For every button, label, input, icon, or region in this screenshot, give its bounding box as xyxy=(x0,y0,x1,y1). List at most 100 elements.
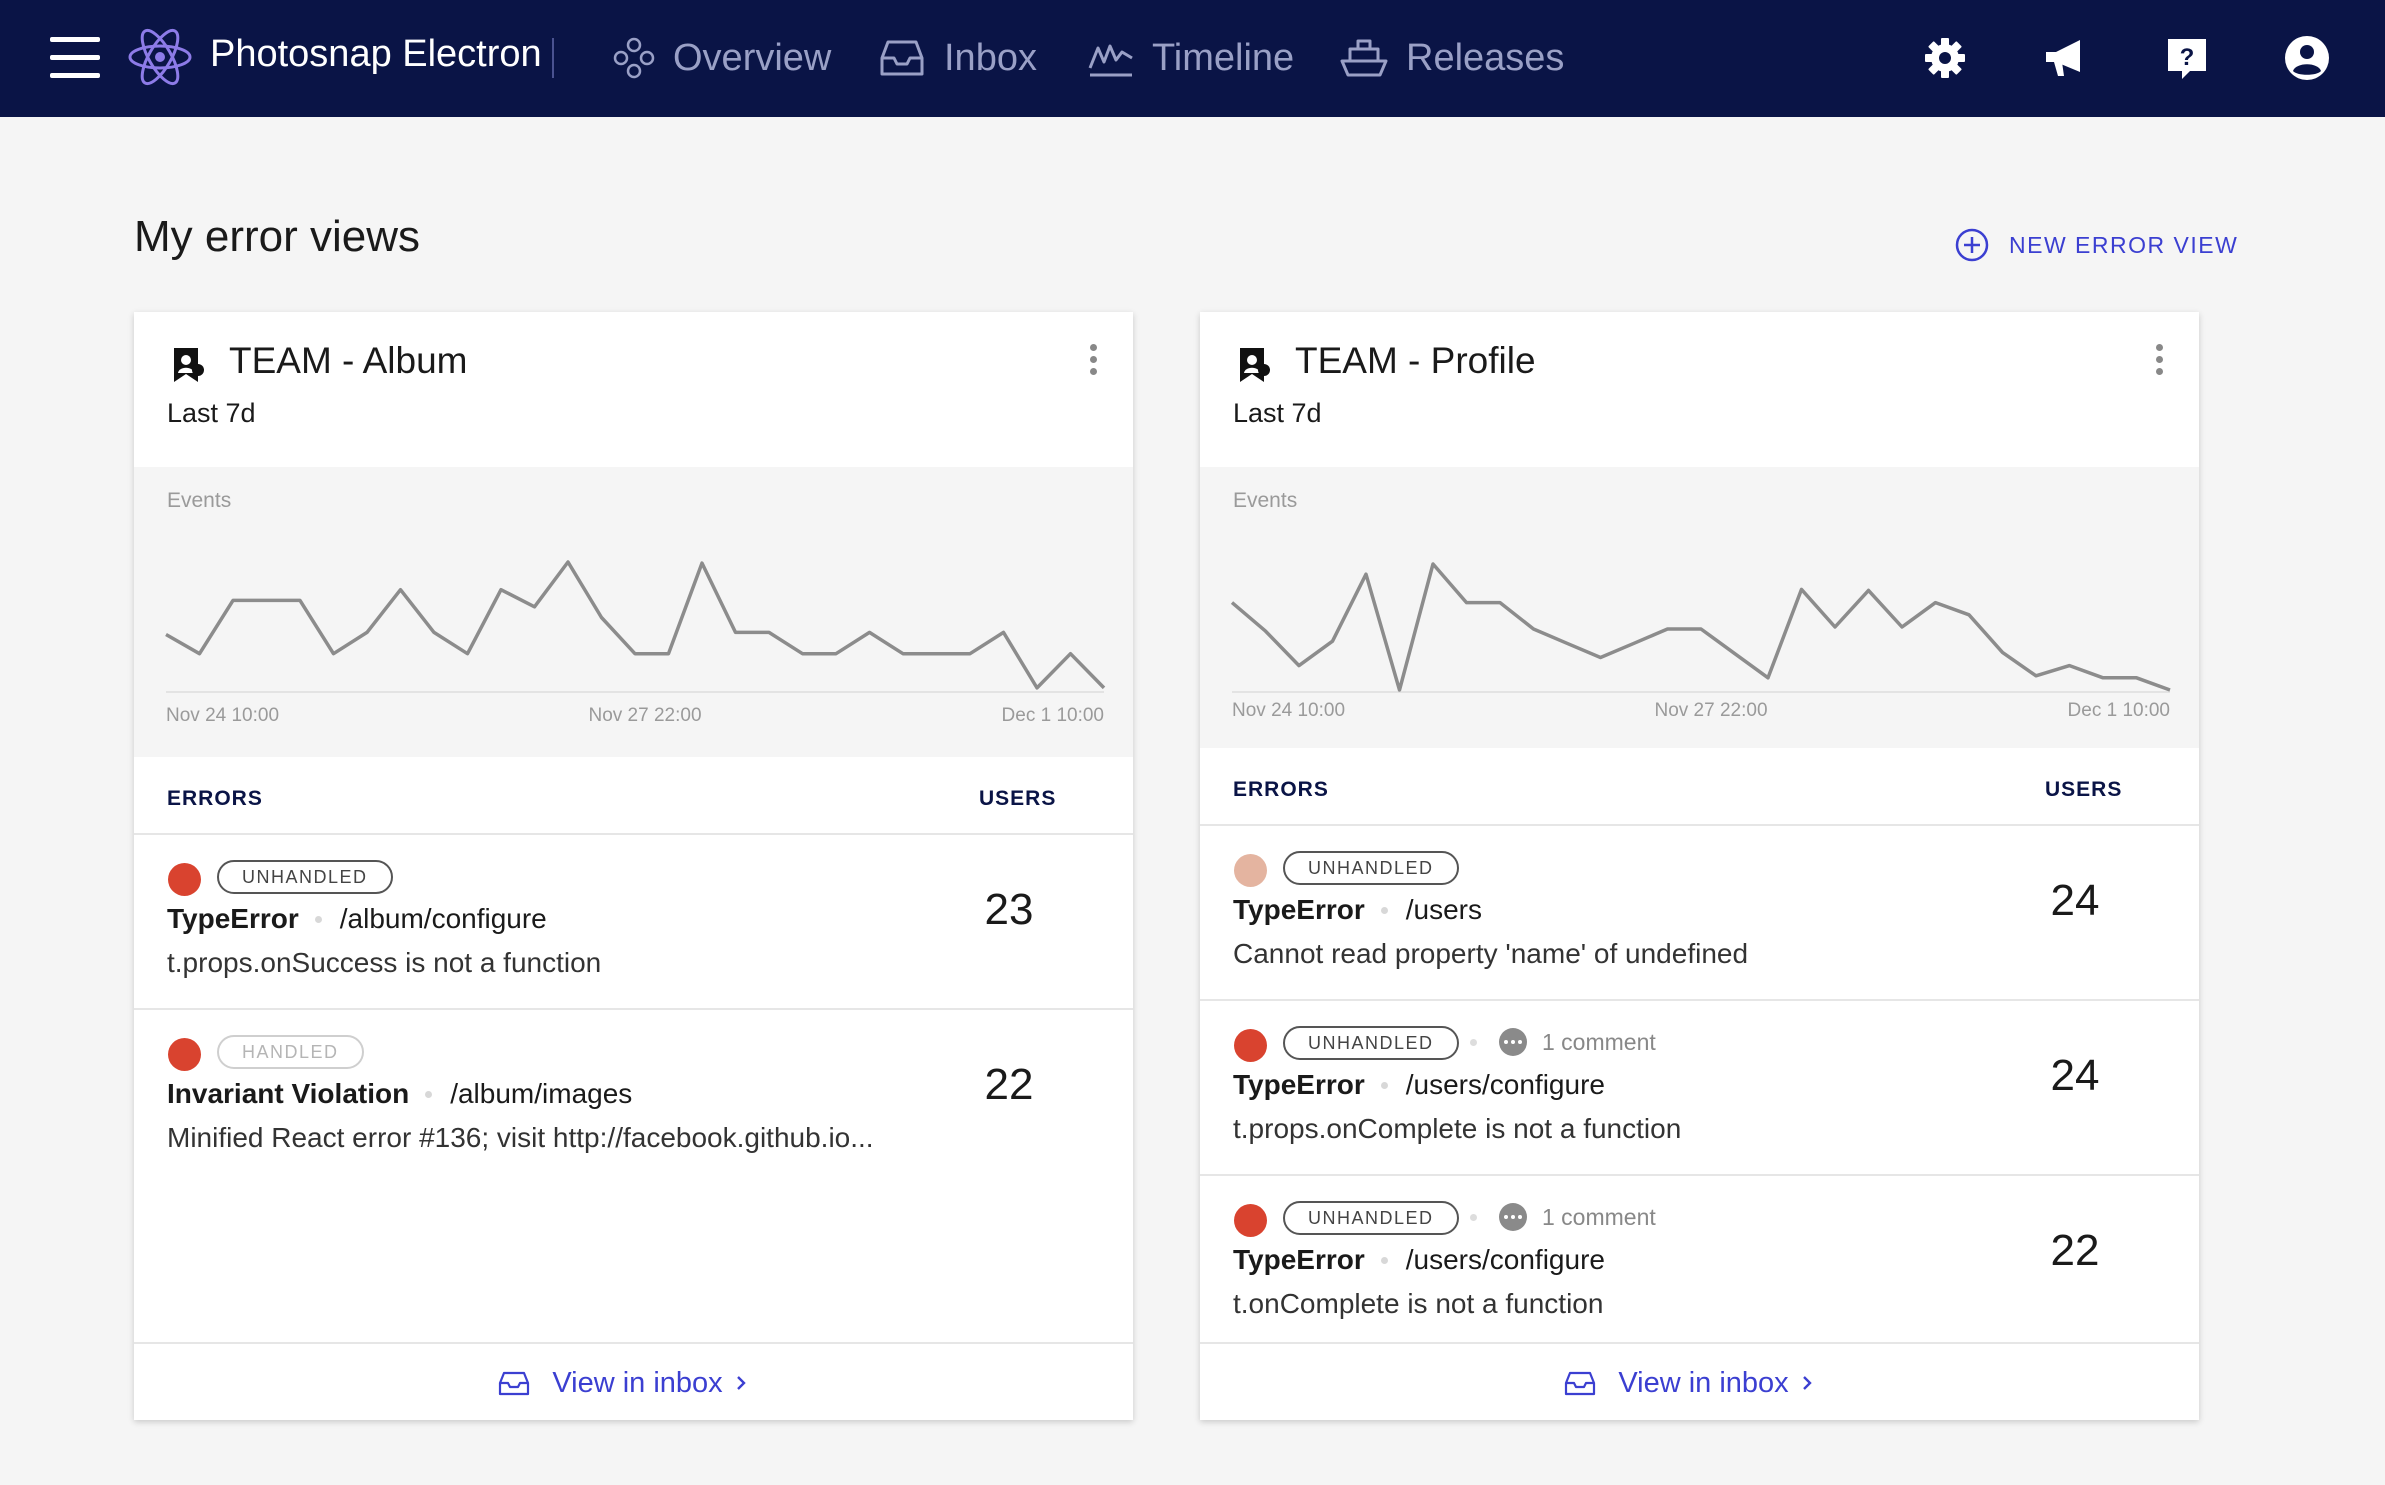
error-type: TypeError xyxy=(1233,894,1365,925)
error-message: t.props.onComplete is not a function xyxy=(1233,1113,1682,1144)
releases-icon xyxy=(1340,39,1388,77)
separator-dot xyxy=(1470,1213,1477,1221)
card-footer: View in inbox xyxy=(1200,1342,2199,1422)
severity-indicator xyxy=(1234,1204,1267,1237)
errors-table-header: ERRORS USERS xyxy=(134,757,1133,835)
severity-indicator xyxy=(1234,854,1267,887)
column-header-errors[interactable]: ERRORS xyxy=(167,787,263,811)
severity-indicator xyxy=(1234,1029,1267,1062)
card-more-menu-icon[interactable] xyxy=(2149,344,2169,384)
card-title[interactable]: TEAM - Album xyxy=(229,340,468,382)
column-header-users[interactable]: USERS xyxy=(2045,778,2122,802)
nav-divider xyxy=(552,38,554,78)
separator-dot xyxy=(425,1090,433,1098)
chart-label: Events xyxy=(167,489,231,512)
error-message: t.props.onSuccess is not a function xyxy=(167,947,602,978)
nav-item-releases[interactable]: Releases xyxy=(1340,28,1564,88)
settings-button[interactable] xyxy=(1917,30,1973,86)
new-error-view-label: NEW ERROR VIEW xyxy=(2009,231,2239,258)
error-row[interactable]: HANDLED Invariant Violation /album/image… xyxy=(134,1010,1133,1183)
column-header-errors[interactable]: ERRORS xyxy=(1233,778,1329,802)
timeline-icon xyxy=(1088,44,1133,77)
card-period: Last 7d xyxy=(167,398,256,428)
comment-count-label: 1 comment xyxy=(1542,1028,1656,1055)
error-row[interactable]: UNHANDLED TypeError /users Cannot read p… xyxy=(1200,826,2199,1001)
comment-icon xyxy=(1499,1028,1527,1056)
error-title: TypeError /users/configure xyxy=(1233,1244,1605,1276)
error-row[interactable]: UNHANDLED TypeError /album/configure t.p… xyxy=(134,835,1133,1010)
error-message: t.onComplete is not a function xyxy=(1233,1288,1604,1319)
separator-dot xyxy=(314,915,322,923)
column-header-users[interactable]: USERS xyxy=(979,787,1056,811)
chevron-right-icon xyxy=(1802,1376,1812,1390)
events-chart-svg: Events Nov 24 10:00 Nov 27 22:00 Dec 1 10:0… xyxy=(165,489,1106,726)
settings-icon xyxy=(1925,38,1965,78)
view-in-inbox-link[interactable]: View in inbox xyxy=(1564,1367,1834,1400)
app-name[interactable]: Photosnap Electron xyxy=(210,33,542,76)
page-title: My error views xyxy=(134,212,421,261)
error-row[interactable]: UNHANDLED 1 comment TypeError /users/con… xyxy=(1200,1001,2199,1176)
users-count: 24 xyxy=(2050,1051,2100,1100)
error-view-card-album: TEAM - Album Last 7d Events Nov 24 10:00 N… xyxy=(134,312,1133,1420)
nav-item-label: Overview xyxy=(673,36,832,79)
separator-dot xyxy=(1380,906,1388,914)
nav-item-inbox[interactable]: Inbox xyxy=(878,28,1037,88)
bookmark-user-icon xyxy=(174,348,204,382)
error-title: TypeError /users xyxy=(1233,894,1482,926)
error-path: /users/configure xyxy=(1405,1244,1605,1275)
inbox-icon xyxy=(880,40,924,76)
separator-dot xyxy=(1470,1038,1477,1046)
error-type: TypeError xyxy=(1233,1244,1365,1275)
events-chart: Events Nov 24 10:00 Nov 27 22:00 Dec 1 10:0… xyxy=(1200,467,2199,748)
view-in-inbox-label: View in inbox xyxy=(552,1366,723,1399)
hamburger-menu-icon[interactable] xyxy=(50,37,100,79)
card-more-menu-icon[interactable] xyxy=(1083,344,1103,384)
x-tick-label: Dec 1 10:00 xyxy=(2068,700,2170,721)
error-path: /users/configure xyxy=(1405,1069,1605,1100)
severity-indicator xyxy=(168,863,201,896)
events-series-line xyxy=(1230,562,2171,692)
card-header: TEAM - Album Last 7d xyxy=(134,312,1133,467)
error-path: /album/configure xyxy=(339,903,547,934)
status-badge: UNHANDLED xyxy=(217,860,393,894)
new-error-view-button[interactable]: NEW ERROR VIEW xyxy=(1955,228,2238,262)
events-chart: Events Nov 24 10:00 Nov 27 22:00 Dec 1 10:0… xyxy=(134,467,1133,757)
error-title: Invariant Violation /album/images xyxy=(167,1078,632,1110)
top-navigation-bar: Photosnap Electron Overview Inbox Timeli… xyxy=(0,0,2385,117)
announcements-button[interactable] xyxy=(2037,30,2093,86)
users-count: 22 xyxy=(2050,1226,2100,1275)
nav-item-overview[interactable]: Overview xyxy=(613,28,831,88)
status-badge: UNHANDLED xyxy=(1283,851,1459,885)
error-row[interactable]: UNHANDLED 1 comment TypeError /users/con… xyxy=(1200,1176,2199,1349)
comment-count[interactable]: 1 comment xyxy=(1470,1203,1656,1231)
error-message: Cannot read property 'name' of undefined xyxy=(1233,938,1749,969)
comment-count[interactable]: 1 comment xyxy=(1470,1028,1656,1056)
error-type: TypeError xyxy=(167,903,299,934)
nav-item-label: Inbox xyxy=(944,36,1037,79)
x-tick-label: Nov 27 22:00 xyxy=(588,705,701,726)
account-button[interactable] xyxy=(2279,30,2335,86)
help-icon: ? xyxy=(2168,39,2206,79)
events-series-line xyxy=(165,560,1106,690)
card-title[interactable]: TEAM - Profile xyxy=(1295,340,1536,382)
electron-logo-icon xyxy=(128,28,192,86)
separator-dot xyxy=(1380,1081,1388,1089)
x-tick-label: Nov 24 10:00 xyxy=(1232,700,1345,721)
nav-item-label: Releases xyxy=(1406,36,1565,79)
x-tick-label: Nov 27 22:00 xyxy=(1654,700,1767,721)
x-tick-label: Dec 1 10:00 xyxy=(1002,705,1104,726)
account-icon xyxy=(2285,36,2329,80)
chevron-right-icon xyxy=(736,1376,746,1390)
nav-item-timeline[interactable]: Timeline xyxy=(1088,28,1294,88)
error-path: /album/images xyxy=(450,1078,633,1109)
status-badge: UNHANDLED xyxy=(1283,1026,1459,1060)
add-circle-icon xyxy=(1955,228,1989,262)
view-in-inbox-label: View in inbox xyxy=(1618,1366,1789,1399)
view-in-inbox-link[interactable]: View in inbox xyxy=(498,1367,768,1400)
users-count: 22 xyxy=(984,1060,1034,1109)
comment-count-label: 1 comment xyxy=(1542,1203,1656,1230)
events-chart-svg: Events Nov 24 10:00 Nov 27 22:00 Dec 1 10:0… xyxy=(1230,489,2171,721)
error-title: TypeError /album/configure xyxy=(167,903,547,935)
help-button[interactable]: ? xyxy=(2159,30,2215,86)
errors-table-header: ERRORS USERS xyxy=(1200,748,2199,826)
